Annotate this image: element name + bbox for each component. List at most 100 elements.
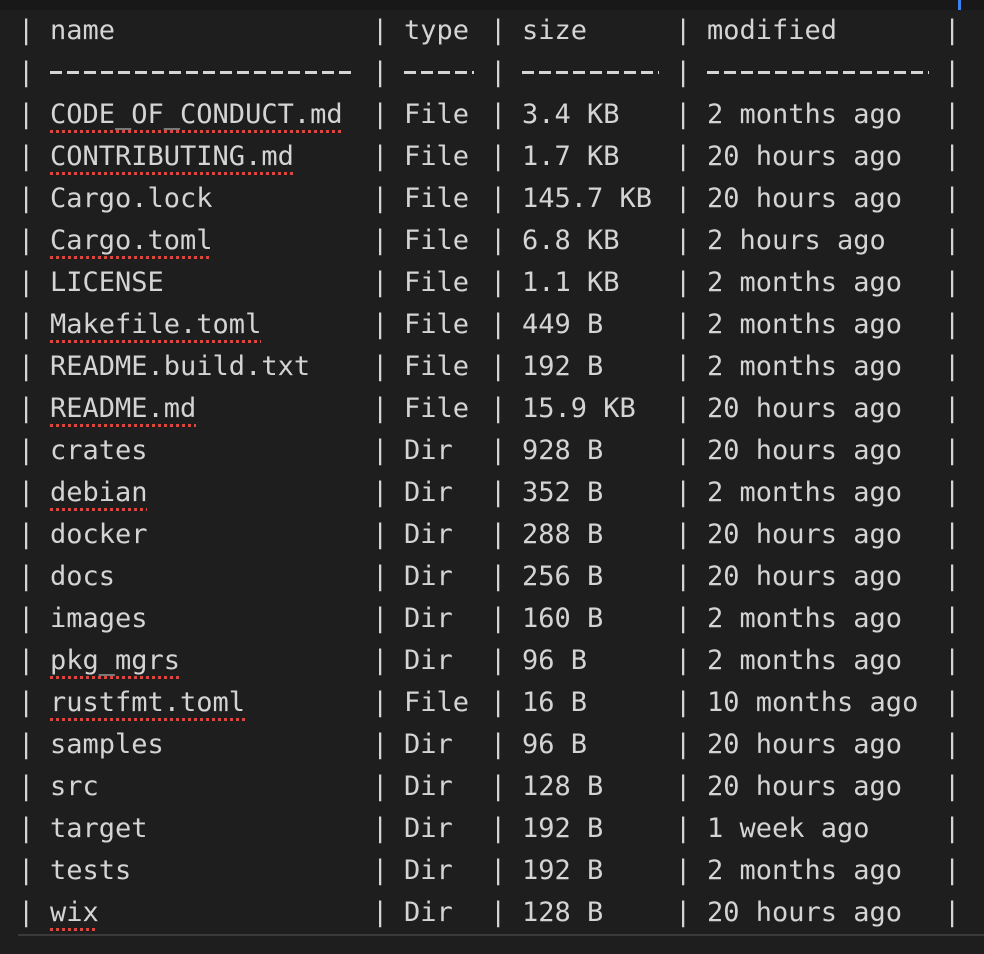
table-pipe: | [944,351,961,382]
table-pipe: | [944,561,961,592]
modified-cell: 10 months ago [707,687,919,718]
separator-dashes [522,71,659,74]
table-pipe: | [944,309,961,340]
table-row[interactable]: | | | | | debian Dir 352 B 2 months ago [0,472,984,514]
name-cell: Makefile.toml [50,309,262,340]
size-cell: 449 B [522,309,604,340]
size-cell: 288 B [522,519,604,550]
size-cell: size [522,15,588,46]
table-row[interactable]: | | | | | wix Dir 128 B 20 hours ago [0,892,984,934]
table-pipe: | [18,225,35,256]
type-cell: File [404,267,470,298]
table-pipe: | [944,645,961,676]
modified-cell: 2 months ago [707,603,903,634]
name-cell: name [50,15,116,46]
type-cell: Dir [404,519,453,550]
type-cell: Dir [404,435,453,466]
type-cell: Dir [404,855,453,886]
name-cell: debian [50,477,148,508]
name-cell: README.build.txt [50,351,311,382]
table-row[interactable]: | | | | | samples Dir 96 B 20 hours ago [0,724,984,766]
table-pipe: | [944,393,961,424]
table-row[interactable]: | | | | | tests Dir 192 B 2 months ago [0,850,984,892]
table-row[interactable]: | | | | | images Dir 160 B 2 months ago [0,598,984,640]
table-row[interactable]: | | | | | src Dir 128 B 20 hours ago [0,766,984,808]
table-pipe: | [372,687,389,718]
size-cell: 256 B [522,561,604,592]
type-cell: Dir [404,771,453,802]
table-row[interactable]: | | | | | LICENSE File 1.1 KB 2 months ago [0,262,984,304]
table-row[interactable]: | | | | | Makefile.toml File 449 B 2 months ago [0,304,984,346]
table-pipe: | [372,855,389,886]
table-row[interactable]: | | | | | CONTRIBUTING.md File 1.7 KB 20 hours a… [0,136,984,178]
type-cell: File [404,183,470,214]
table-pipe: | [490,183,507,214]
separator-dashes [50,71,354,74]
table-pipe: | [490,267,507,298]
table-pipe: | [490,15,507,46]
modified-cell: 20 hours ago [707,435,903,466]
table-separator-row: | | | | | [0,52,984,94]
type-cell: File [404,225,470,256]
name-cell: samples [50,729,164,760]
table-pipe: | [18,141,35,172]
table-pipe: | [372,141,389,172]
type-cell: type [404,15,470,46]
size-cell: 352 B [522,477,604,508]
table-pipe: | [944,267,961,298]
table-pipe: | [490,309,507,340]
table-pipe: | [490,687,507,718]
table-row[interactable]: | | | | | README.build.txt File 192 B 2 months a… [0,346,984,388]
size-cell: 15.9 KB [522,393,636,424]
table-pipe: | [372,225,389,256]
table-row[interactable]: | | | | | crates Dir 928 B 20 hours ago [0,430,984,472]
name-cell: wix [50,897,99,928]
table-pipe: | [372,645,389,676]
table-row[interactable]: | | | | | docker Dir 288 B 20 hours ago [0,514,984,556]
table-pipe: | [18,15,35,46]
table-row[interactable]: | | | | | Cargo.toml File 6.8 KB 2 hours ago [0,220,984,262]
table-row[interactable]: | | | | | Cargo.lock File 145.7 KB 20 hours ago [0,178,984,220]
separator-dashes [707,71,929,74]
table-pipe: | [490,57,507,88]
table-pipe: | [675,729,692,760]
type-cell: Dir [404,645,453,676]
modified-cell: 20 hours ago [707,771,903,802]
table-row[interactable]: | | | | | rustfmt.toml File 16 B 10 months ago [0,682,984,724]
modified-cell: 2 months ago [707,645,903,676]
table-pipe: | [944,15,961,46]
table-pipe: | [675,99,692,130]
name-cell: docker [50,519,148,550]
table-pipe: | [372,183,389,214]
table-row[interactable]: | | | | | docs Dir 256 B 20 hours ago [0,556,984,598]
name-cell: tests [50,855,132,886]
table-pipe: | [944,771,961,802]
table-pipe: | [372,267,389,298]
table-pipe: | [675,141,692,172]
separator-dashes [404,71,474,74]
table-pipe: | [675,309,692,340]
table-pipe: | [675,855,692,886]
type-cell: File [404,309,470,340]
name-cell: pkg_mgrs [50,645,181,676]
size-cell: 128 B [522,771,604,802]
modified-cell: 2 months ago [707,309,903,340]
type-cell: Dir [404,897,453,928]
table-row[interactable]: | | | | | pkg_mgrs Dir 96 B 2 months ago [0,640,984,682]
table-pipe: | [675,267,692,298]
table-row[interactable]: | | | | | README.md File 15.9 KB 20 hours ago [0,388,984,430]
table-pipe: | [18,897,35,928]
table-row[interactable]: | | | | | target Dir 192 B 1 week ago [0,808,984,850]
table-pipe: | [490,351,507,382]
size-cell: 160 B [522,603,604,634]
table-pipe: | [372,813,389,844]
type-cell: File [404,351,470,382]
table-pipe: | [490,99,507,130]
table-pipe: | [18,351,35,382]
modified-cell: 2 months ago [707,99,903,130]
table-row[interactable]: | | | | | CODE_OF_CONDUCT.md File 3.4 KB 2 month… [0,94,984,136]
size-cell: 928 B [522,435,604,466]
modified-cell: 2 hours ago [707,225,886,256]
table-pipe: | [18,561,35,592]
table-pipe: | [675,435,692,466]
